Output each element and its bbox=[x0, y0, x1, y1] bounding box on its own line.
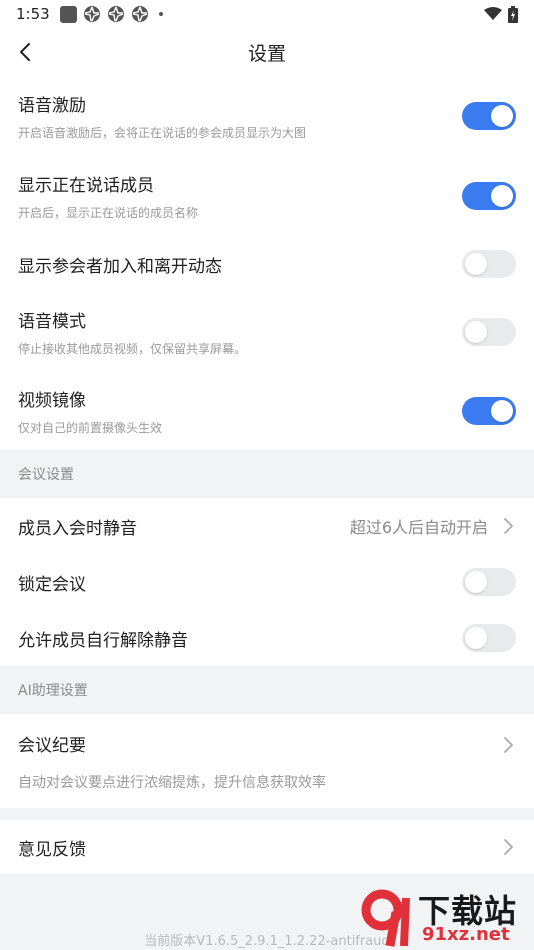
setting-row-allow-unmute: 允许成员自行解除静音 bbox=[0, 610, 534, 666]
setting-subtitle: 开启语音激励后，会将正在说话的参会成员显示为大图 bbox=[18, 126, 307, 140]
feedback-section: 意见反馈 bbox=[0, 820, 534, 874]
show-speaking-member-toggle[interactable] bbox=[462, 182, 516, 210]
setting-title: 会议纪要 bbox=[18, 735, 86, 756]
toggle-knob bbox=[491, 105, 513, 127]
general-settings-section: 语音激励 开启语音激励后，会将正在说话的参会成员显示为大图 显示正在说话成员 开… bbox=[0, 76, 534, 450]
toggle-knob bbox=[465, 627, 487, 649]
status-time: 1:53 bbox=[16, 5, 50, 23]
watermark-logo-icon bbox=[361, 889, 410, 947]
more-notifications-dot-icon bbox=[158, 12, 163, 16]
setting-row-audio-mode: 语音模式 停止接收其他成员视频，仅保留共享屏幕。 bbox=[0, 292, 534, 372]
setting-subtitle: 停止接收其他成员视频，仅保留共享屏幕。 bbox=[18, 342, 247, 356]
setting-title: 显示参会者加入和离开动态 bbox=[18, 256, 222, 277]
back-arrow-icon[interactable] bbox=[16, 40, 36, 64]
app-aperture-icon bbox=[83, 5, 101, 23]
mute-on-join-value: 超过6人后自动开启 bbox=[349, 518, 488, 537]
app-aperture-icon bbox=[131, 5, 149, 23]
toggle-knob bbox=[491, 185, 513, 207]
setting-row-join-leave-events: 显示参会者加入和离开动态 bbox=[0, 236, 534, 292]
setting-subtitle: 自动对会议要点进行浓缩提炼，提升信息获取效率 bbox=[18, 774, 326, 791]
setting-title: 锁定会议 bbox=[18, 574, 86, 595]
setting-title: 显示正在说话成员 bbox=[18, 176, 154, 196]
setting-row-feedback[interactable]: 意见反馈 bbox=[0, 820, 534, 874]
toggle-knob bbox=[465, 571, 487, 593]
setting-row-show-speaking-member: 显示正在说话成员 开启后，显示正在说话的成员名称 bbox=[0, 156, 534, 236]
voice-activation-toggle[interactable] bbox=[462, 102, 516, 130]
wifi-icon bbox=[484, 7, 502, 20]
setting-title: 语音激励 bbox=[18, 96, 86, 116]
allow-unmute-toggle[interactable] bbox=[462, 624, 516, 652]
toggle-knob bbox=[465, 253, 487, 275]
setting-row-meeting-summary[interactable]: 会议纪要 自动对会议要点进行浓缩提炼，提升信息获取效率 bbox=[0, 714, 534, 808]
audio-mode-toggle[interactable] bbox=[462, 318, 516, 346]
page-title: 设置 bbox=[247, 42, 286, 65]
ai-settings-header: AI助理设置 bbox=[0, 666, 534, 714]
lock-meeting-toggle[interactable] bbox=[462, 568, 516, 596]
setting-row-voice-activation: 语音激励 开启语音激励后，会将正在说话的参会成员显示为大图 bbox=[0, 76, 534, 156]
chevron-right-icon bbox=[504, 737, 514, 753]
notification-square-icon bbox=[59, 5, 77, 23]
setting-title: 允许成员自行解除静音 bbox=[18, 630, 188, 651]
nav-bar: 设置 bbox=[0, 28, 534, 76]
watermark: 下载站 91xz.net bbox=[360, 886, 530, 950]
battery-icon bbox=[508, 5, 518, 23]
status-right bbox=[484, 5, 518, 23]
app-aperture-icon bbox=[107, 5, 125, 23]
setting-subtitle: 仅对自己的前置摄像头生效 bbox=[18, 421, 163, 435]
setting-row-video-mirror: 视频镜像 仅对自己的前置摄像头生效 bbox=[0, 372, 534, 450]
video-mirror-toggle[interactable] bbox=[462, 397, 516, 425]
chevron-right-icon bbox=[504, 839, 514, 855]
setting-title: 视频镜像 bbox=[18, 391, 86, 411]
setting-subtitle: 开启后，显示正在说话的成员名称 bbox=[18, 206, 199, 220]
toggle-knob bbox=[491, 400, 513, 422]
setting-title: 意见反馈 bbox=[18, 839, 86, 860]
chevron-right-icon bbox=[504, 518, 514, 534]
toggle-knob bbox=[465, 321, 487, 343]
setting-row-mute-on-join[interactable]: 成员入会时静音 超过6人后自动开启 bbox=[0, 498, 534, 554]
ai-settings-section: 会议纪要 自动对会议要点进行浓缩提炼，提升信息获取效率 bbox=[0, 714, 534, 808]
setting-row-lock-meeting: 锁定会议 bbox=[0, 554, 534, 610]
meeting-settings-header: 会议设置 bbox=[0, 450, 534, 498]
watermark-domain: 91xz.net bbox=[422, 924, 510, 945]
setting-title: 语音模式 bbox=[18, 312, 86, 332]
status-bar: 1:53 bbox=[0, 0, 534, 28]
meeting-settings-section: 成员入会时静音 超过6人后自动开启 锁定会议 允许成员自行解除静音 bbox=[0, 498, 534, 666]
join-leave-events-toggle[interactable] bbox=[462, 250, 516, 278]
